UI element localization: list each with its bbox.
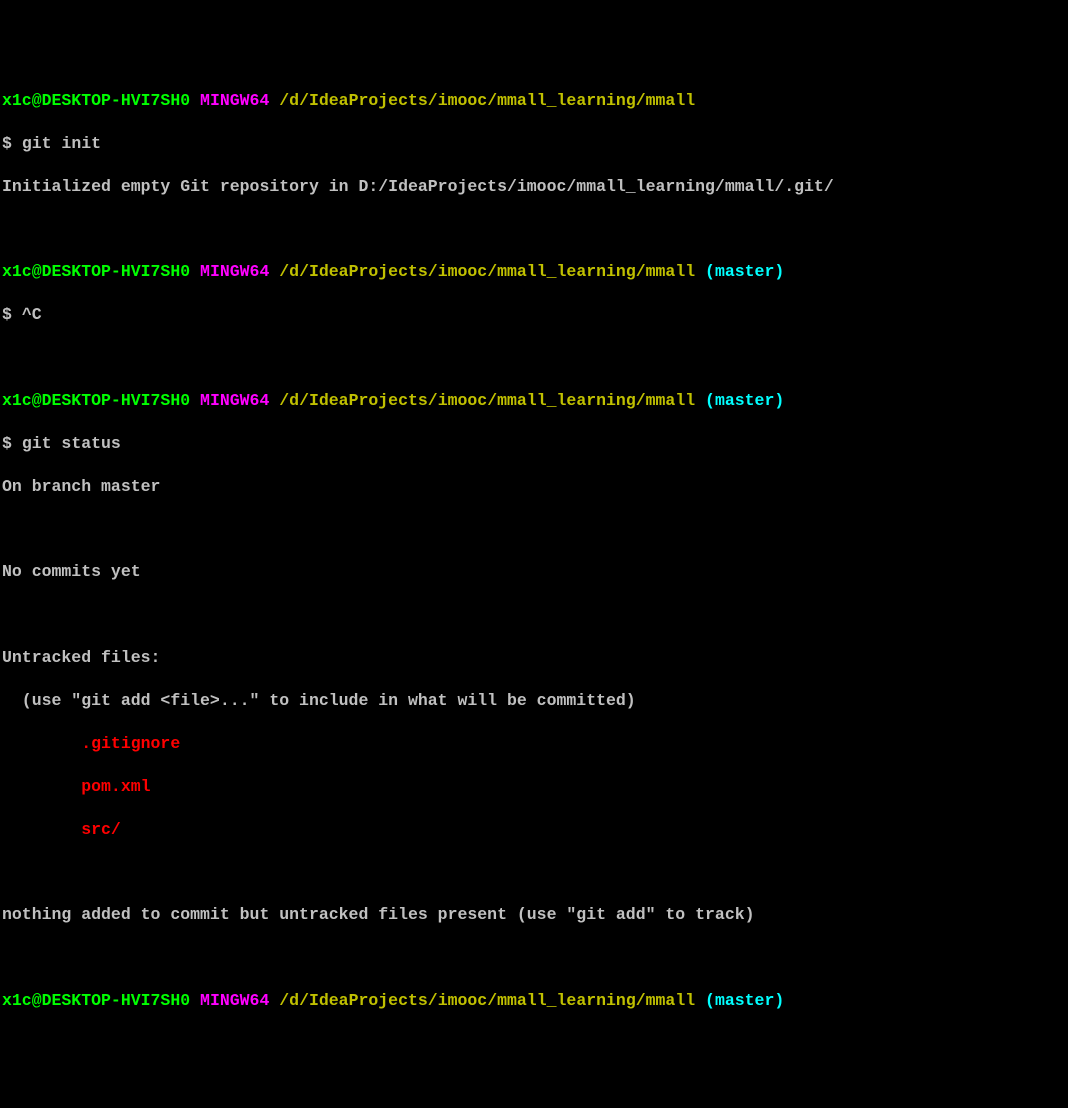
untracked-file-2: pom.xml bbox=[2, 776, 1066, 797]
output-untracked-header: Untracked files: bbox=[2, 647, 1066, 668]
prompt-line-2: x1c@DESKTOP-HVI7SH0 MINGW64 /d/IdeaProje… bbox=[2, 261, 1066, 282]
blank-6 bbox=[2, 947, 1066, 968]
command-line-3[interactable]: $ git status bbox=[2, 433, 1066, 454]
cmd-git-status: git status bbox=[22, 434, 121, 453]
cmd-ctrl-c: ^C bbox=[22, 305, 42, 324]
blank-5 bbox=[2, 862, 1066, 883]
prompt-line-4: x1c@DESKTOP-HVI7SH0 MINGW64 /d/IdeaProje… bbox=[2, 990, 1066, 1011]
prompt-line-3: x1c@DESKTOP-HVI7SH0 MINGW64 /d/IdeaProje… bbox=[2, 390, 1066, 411]
branch: (master) bbox=[705, 391, 784, 410]
shell-name: MINGW64 bbox=[200, 91, 269, 110]
blank-2 bbox=[2, 347, 1066, 368]
cmd-git-init: git init bbox=[22, 134, 101, 153]
user-host: x1c@DESKTOP-HVI7SH0 bbox=[2, 391, 190, 410]
output-nothing-added: nothing added to commit but untracked fi… bbox=[2, 904, 1066, 925]
output-no-commits: No commits yet bbox=[2, 561, 1066, 582]
untracked-file-1: .gitignore bbox=[2, 733, 1066, 754]
prompt-sigil: $ bbox=[2, 134, 12, 153]
prompt-sigil: $ bbox=[2, 305, 12, 324]
path: /d/IdeaProjects/imooc/mmall_learning/mma… bbox=[279, 262, 695, 281]
untracked-file-3: src/ bbox=[2, 819, 1066, 840]
shell-name: MINGW64 bbox=[200, 991, 269, 1010]
prompt-sigil: $ bbox=[2, 434, 12, 453]
path: /d/IdeaProjects/imooc/mmall_learning/mma… bbox=[279, 991, 695, 1010]
path: /d/IdeaProjects/imooc/mmall_learning/mma… bbox=[279, 391, 695, 410]
shell-name: MINGW64 bbox=[200, 262, 269, 281]
user-host: x1c@DESKTOP-HVI7SH0 bbox=[2, 262, 190, 281]
output-untracked-hint: (use "git add <file>..." to include in w… bbox=[2, 690, 1066, 711]
command-line-1[interactable]: $ git init bbox=[2, 133, 1066, 154]
blank-3 bbox=[2, 519, 1066, 540]
user-host: x1c@DESKTOP-HVI7SH0 bbox=[2, 991, 190, 1010]
branch: (master) bbox=[705, 991, 784, 1010]
path: /d/IdeaProjects/imooc/mmall_learning/mma… bbox=[279, 91, 695, 110]
output-init: Initialized empty Git repository in D:/I… bbox=[2, 176, 1066, 197]
blank-4 bbox=[2, 604, 1066, 625]
blank-1 bbox=[2, 218, 1066, 239]
shell-name: MINGW64 bbox=[200, 391, 269, 410]
prompt-line-1: x1c@DESKTOP-HVI7SH0 MINGW64 /d/IdeaProje… bbox=[2, 90, 1066, 111]
output-on-branch: On branch master bbox=[2, 476, 1066, 497]
command-line-2[interactable]: $ ^C bbox=[2, 304, 1066, 325]
user-host: x1c@DESKTOP-HVI7SH0 bbox=[2, 91, 190, 110]
branch: (master) bbox=[705, 262, 784, 281]
